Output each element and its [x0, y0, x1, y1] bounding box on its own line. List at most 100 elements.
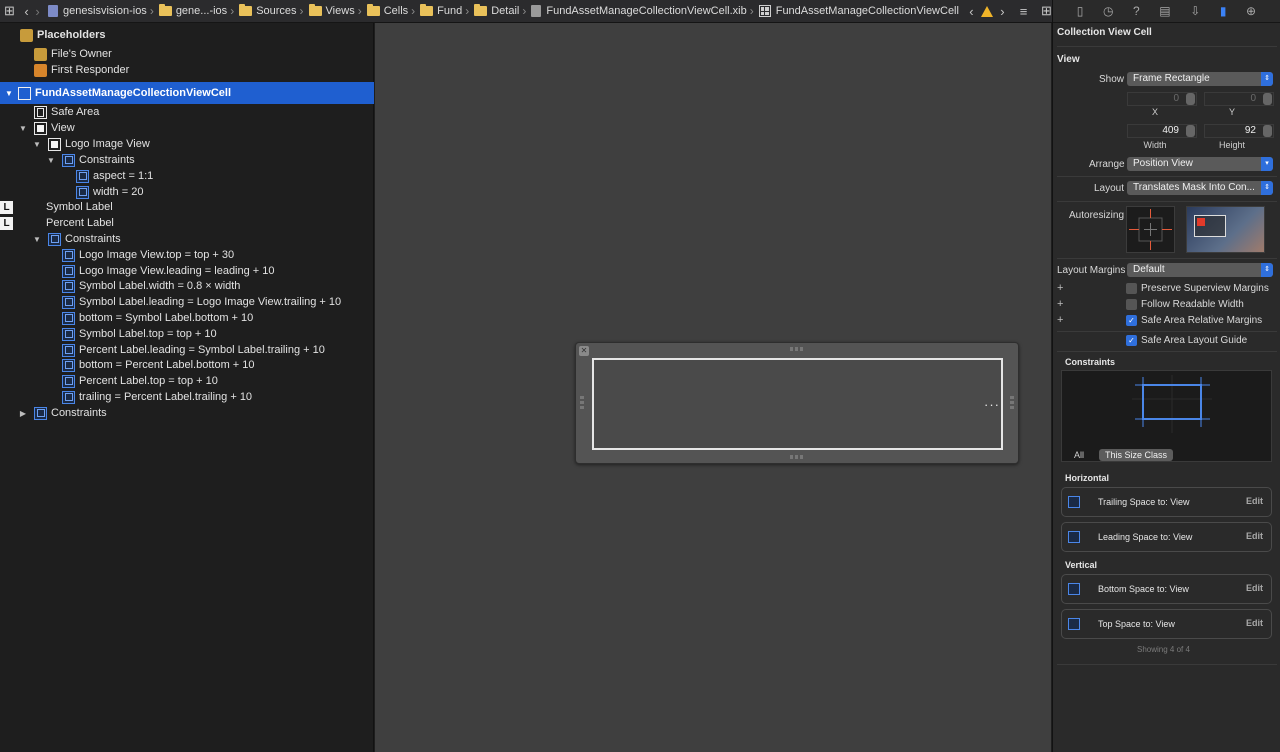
layout-margins-popup[interactable]: Default ⇕: [1127, 263, 1273, 277]
show-popup[interactable]: Frame Rectangle ⇕: [1127, 72, 1273, 86]
outline-constraint-row[interactable]: Symbol Label.width = 0.8 × width: [0, 278, 374, 294]
stepper-icon[interactable]: [1263, 125, 1272, 137]
crumb-sources[interactable]: Sources ›: [238, 4, 307, 18]
outline-constraint-row[interactable]: Symbol Label.leading = Logo Image View.t…: [0, 294, 374, 310]
connections-inspector-icon[interactable]: ⊕: [1246, 4, 1256, 18]
preserve-margins-checkbox[interactable]: [1126, 283, 1137, 294]
height-label: Height: [1218, 140, 1245, 150]
editor-options-icon[interactable]: ≡: [1018, 2, 1029, 20]
seg-this-size-class[interactable]: This Size Class: [1099, 449, 1174, 461]
size-inspector-icon[interactable]: ▮: [1220, 4, 1227, 18]
crumb-cells[interactable]: Cells ›: [366, 4, 419, 18]
resize-handle-left[interactable]: [580, 395, 584, 409]
outline-constraint-aspect[interactable]: aspect = 1:1: [0, 168, 374, 184]
collection-cell-scene[interactable]: ✕ ···: [575, 342, 1019, 464]
related-items-icon[interactable]: ⊞: [4, 2, 15, 20]
add-editor-icon[interactable]: ⊞: [1041, 2, 1052, 20]
disclosure-open-icon[interactable]: ▼: [18, 124, 28, 133]
outline-constraint-row[interactable]: Percent Label.top = top + 10: [0, 373, 374, 389]
resize-handle-top[interactable]: [790, 347, 804, 351]
history-inspector-icon[interactable]: ◷: [1103, 4, 1113, 18]
chevron-updown-icon: ⇕: [1261, 263, 1273, 277]
forward-button[interactable]: ›: [32, 2, 43, 20]
outline-constraint-row[interactable]: bottom = Symbol Label.bottom + 10: [0, 310, 374, 326]
safe-area-relative-margins-checkbox[interactable]: ✓: [1126, 315, 1137, 326]
constraint-icon: [62, 279, 75, 293]
arrange-popup[interactable]: Position View ▾: [1127, 157, 1273, 171]
attributes-inspector-icon[interactable]: ⇩: [1190, 4, 1200, 18]
stepper-icon[interactable]: [1186, 125, 1195, 137]
outline-percent-label[interactable]: L Percent Label: [0, 215, 374, 231]
y-field[interactable]: 0: [1204, 92, 1274, 106]
outline-first-responder[interactable]: First Responder: [0, 62, 374, 78]
crumb-detail[interactable]: Detail ›: [473, 4, 530, 18]
outline-logo-constraints[interactable]: ▼ Constraints: [0, 152, 374, 168]
disclosure-closed-icon[interactable]: ▶: [18, 409, 28, 418]
edit-button[interactable]: Edit: [1246, 583, 1263, 593]
edit-button[interactable]: Edit: [1246, 531, 1263, 541]
interface-builder-canvas[interactable]: ✕ ···: [375, 23, 1051, 752]
seg-all[interactable]: All: [1068, 449, 1090, 461]
plus-icon[interactable]: +: [1057, 298, 1063, 310]
y-value: 0: [1250, 93, 1256, 104]
crumb-target[interactable]: gene...-ios ›: [158, 4, 238, 18]
outline-view[interactable]: ▼ View: [0, 120, 374, 136]
safe-area-layout-guide-checkbox[interactable]: ✓: [1126, 335, 1137, 346]
edit-button[interactable]: Edit: [1246, 496, 1263, 506]
edit-button[interactable]: Edit: [1246, 618, 1263, 628]
layout-popup[interactable]: Translates Mask Into Con... ⇕: [1127, 181, 1273, 195]
chevron-updown-icon: ⇕: [1261, 72, 1273, 86]
x-field[interactable]: 0: [1127, 92, 1197, 106]
next-issue-button[interactable]: ›: [997, 2, 1008, 20]
crumb-xib[interactable]: FundAssetManageCollectionViewCell.xib ›: [530, 4, 757, 18]
width-field[interactable]: 409: [1127, 124, 1197, 138]
previous-issue-button[interactable]: ‹: [966, 2, 977, 20]
outline-constraint-row[interactable]: Logo Image View.top = top + 30: [0, 247, 374, 263]
outline-constraint-row[interactable]: Symbol Label.top = top + 10: [0, 326, 374, 342]
disclosure-open-icon[interactable]: ▼: [46, 156, 56, 165]
outline-files-owner[interactable]: File's Owner: [0, 46, 374, 62]
constraint-card-bottom[interactable]: Bottom Space to: View Edit: [1061, 574, 1272, 604]
disclosure-open-icon[interactable]: ▼: [32, 235, 42, 244]
outline-safe-area[interactable]: Safe Area: [0, 104, 374, 120]
plus-icon[interactable]: +: [1057, 314, 1063, 326]
outline-label: Logo Image View.leading = leading + 10: [79, 265, 275, 277]
outline-constraint-row[interactable]: trailing = Percent Label.trailing + 10: [0, 389, 374, 405]
height-field[interactable]: 92: [1204, 124, 1274, 138]
resize-handle-bottom[interactable]: [790, 455, 804, 459]
constraint-card-trailing[interactable]: Trailing Space to: View Edit: [1061, 487, 1272, 517]
outline-symbol-label[interactable]: L Symbol Label: [0, 199, 374, 215]
crumb-cell[interactable]: FundAssetManageCollectionViewCell: [758, 5, 960, 17]
constraint-card-leading[interactable]: Leading Space to: View Edit: [1061, 522, 1272, 552]
warning-icon[interactable]: [980, 5, 993, 17]
follow-readable-width-checkbox[interactable]: [1126, 299, 1137, 310]
crumb-views[interactable]: Views ›: [308, 4, 366, 18]
autoresizing-mask-control[interactable]: [1126, 206, 1175, 253]
outline-constraint-width[interactable]: width = 20: [0, 184, 374, 200]
outline-constraint-row[interactable]: Logo Image View.leading = leading + 10: [0, 263, 374, 279]
cell-content-view[interactable]: [592, 358, 1003, 450]
file-inspector-icon[interactable]: ▯: [1077, 4, 1084, 18]
crumb-project[interactable]: genesisvision-ios ›: [47, 4, 158, 18]
outline-cell-constraints[interactable]: ▶ Constraints: [0, 405, 374, 421]
back-button[interactable]: ‹: [21, 2, 32, 20]
outline-constraint-row[interactable]: Percent Label.leading = Symbol Label.tra…: [0, 342, 374, 358]
plus-icon[interactable]: +: [1057, 282, 1063, 294]
outline-logo-image-view[interactable]: ▼ Logo Image View: [0, 136, 374, 152]
preserve-margins-label: Preserve Superview Margins: [1141, 283, 1269, 294]
constraint-icon: [62, 343, 75, 357]
disclosure-open-icon[interactable]: ▼: [32, 140, 42, 149]
outline-cell[interactable]: ▼ FundAssetManageCollectionViewCell: [0, 82, 374, 104]
stepper-icon[interactable]: [1186, 93, 1195, 105]
constraints-diagram[interactable]: All This Size Class: [1061, 370, 1272, 462]
disclosure-open-icon[interactable]: ▼: [4, 89, 14, 98]
stepper-icon[interactable]: [1263, 93, 1272, 105]
resize-handle-right[interactable]: [1010, 395, 1014, 409]
outline-constraint-row[interactable]: bottom = Percent Label.bottom + 10: [0, 357, 374, 373]
outline-view-constraints[interactable]: ▼ Constraints: [0, 231, 374, 247]
constraint-card-top[interactable]: Top Space to: View Edit: [1061, 609, 1272, 639]
crumb-fund[interactable]: Fund ›: [419, 4, 473, 18]
close-icon[interactable]: ✕: [579, 346, 589, 356]
identity-inspector-icon[interactable]: ▤: [1159, 4, 1170, 18]
help-inspector-icon[interactable]: ?: [1133, 4, 1140, 18]
